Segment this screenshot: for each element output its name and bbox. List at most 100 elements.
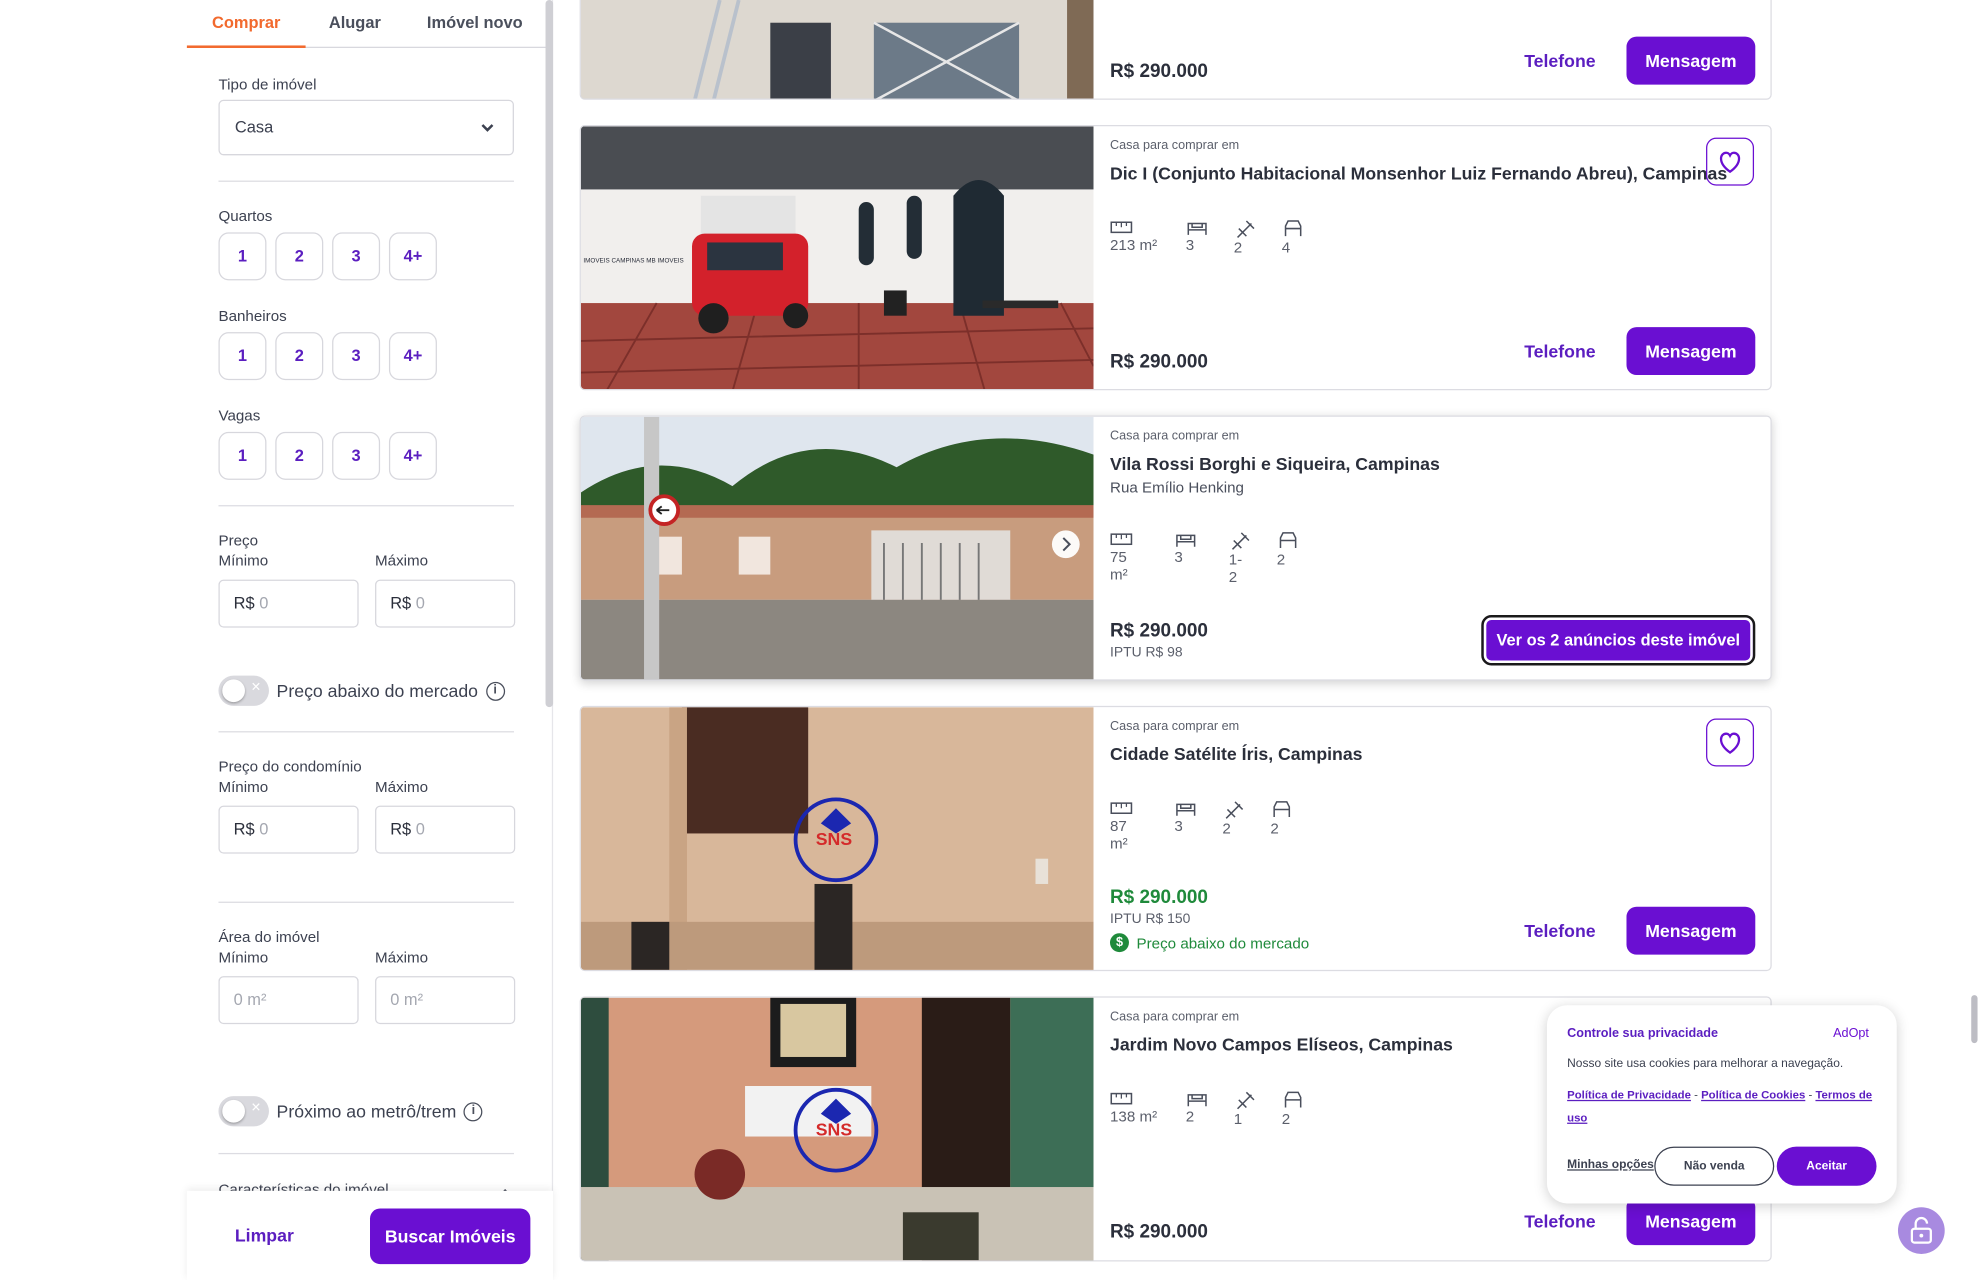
listing-features: 87 m² 3 2 2 [1110, 799, 1318, 852]
listing-card[interactable]: Casa para comprar em Vila Rossi Borghi e… [579, 415, 1772, 681]
divider [218, 180, 514, 182]
tab-imovel-novo[interactable]: Imóvel novo [404, 0, 545, 48]
phone-button[interactable]: Telefone [1524, 341, 1595, 361]
listing-title[interactable]: Jardim Novo Campos Elíseos, Campinas [1110, 1034, 1453, 1054]
cookie-text: Nosso site usa cookies para melhorar a n… [1567, 1056, 1844, 1071]
shower-icon [1225, 801, 1244, 819]
bed-icon [1187, 222, 1207, 235]
parking-chips: 1 2 3 4+ [218, 431, 437, 480]
bathrooms-chip[interactable]: 4+ [388, 332, 437, 381]
listing-price: R$ 290.000 [1110, 60, 1208, 83]
privacy-floating-button[interactable] [1897, 1207, 1945, 1254]
phone-button[interactable]: Telefone [1524, 921, 1595, 941]
bathrooms-chips: 1 2 3 4+ [218, 332, 437, 381]
listing-iptu: IPTU R$ 98 [1110, 645, 1183, 661]
area-min-label: Mínimo [218, 948, 269, 967]
listing-price: R$ 290.000 [1110, 886, 1208, 908]
area-min-input[interactable]: 0 m² [218, 976, 359, 1025]
adopt-logo: AdOpt [1833, 1026, 1869, 1041]
bedrooms-label: Quartos [218, 207, 273, 225]
listing-card[interactable]: SNS Casa para comprar em Cidade Satélite… [579, 705, 1772, 972]
parking-value: 2 [1281, 1110, 1291, 1128]
message-button[interactable]: Mensagem [1626, 36, 1756, 85]
heart-icon [1719, 732, 1741, 755]
below-market-toggle[interactable]: ✕ [218, 675, 269, 706]
listing-photo[interactable] [580, 0, 1094, 99]
phone-button[interactable]: Telefone [1524, 1211, 1595, 1231]
listing-card[interactable]: IMOVEIS CAMPINAS MB IMOVEIS Casa para co… [579, 125, 1772, 391]
message-button[interactable]: Mensagem [1626, 327, 1756, 376]
cookie-links: Política de Privacidade - Política de Co… [1567, 1088, 1873, 1124]
phone-button[interactable]: Telefone [1524, 51, 1595, 71]
listing-kicker: Casa para comprar em [1110, 719, 1240, 734]
heart-icon [1719, 151, 1741, 174]
bedrooms-chip[interactable]: 2 [275, 232, 324, 281]
car-icon [1273, 801, 1291, 818]
accept-cookies-button[interactable]: Aceitar [1776, 1146, 1877, 1186]
area-value: 75 m² [1110, 548, 1128, 584]
bedrooms-value: 3 [1174, 817, 1183, 835]
parking-chip[interactable]: 3 [332, 431, 381, 480]
parking-chip[interactable]: 1 [218, 431, 267, 480]
condo-price-label: Preço do condomínio [218, 757, 362, 776]
area-value: 138 m² [1110, 1107, 1158, 1126]
listing-street: Rua Emílio Henking [1110, 478, 1244, 497]
favorite-button[interactable] [1706, 137, 1755, 186]
listing-photo[interactable]: SNS [580, 707, 1094, 970]
car-icon [1284, 1091, 1302, 1108]
bedrooms-chip[interactable]: 1 [218, 232, 267, 281]
bathrooms-chip[interactable]: 3 [332, 332, 381, 381]
metro-toggle[interactable]: ✕ [218, 1096, 269, 1127]
see-all-listings-button[interactable]: Ver os 2 anúncios deste imóvel [1481, 614, 1756, 666]
clear-button[interactable]: Limpar [235, 1225, 294, 1245]
info-icon[interactable]: i [463, 1101, 483, 1121]
listing-photo[interactable]: SNS [580, 997, 1094, 1261]
sidebar-scrollbar[interactable] [545, 0, 554, 708]
listing-title[interactable]: Dic I (Conjunto Habitacional Monsenhor L… [1110, 163, 1727, 183]
listing-photo[interactable]: IMOVEIS CAMPINAS MB IMOVEIS [580, 126, 1094, 389]
divider [218, 505, 514, 507]
listing-title[interactable]: Vila Rossi Borghi e Siqueira, Campinas [1110, 453, 1440, 473]
area-max-input[interactable]: 0 m² [375, 976, 516, 1025]
condo-min-input[interactable]: R$ 0 [218, 805, 359, 854]
filters-footer: Limpar Buscar Imóveis [186, 1190, 554, 1280]
parking-chip[interactable]: 4+ [388, 431, 437, 480]
tab-comprar[interactable]: Comprar [186, 0, 306, 48]
listing-title[interactable]: Cidade Satélite Íris, Campinas [1110, 744, 1363, 764]
price-max-label: Máximo [375, 551, 429, 570]
bed-icon [1187, 1094, 1207, 1107]
listing-photo[interactable] [580, 416, 1094, 680]
bedrooms-value: 3 [1185, 236, 1195, 254]
condo-max-input[interactable]: R$ 0 [375, 805, 516, 854]
info-icon[interactable]: i [485, 681, 505, 701]
message-button[interactable]: Mensagem [1626, 1197, 1756, 1246]
parking-chip[interactable]: 2 [275, 431, 324, 480]
privacy-policy-link[interactable]: Política de Privacidade [1567, 1089, 1691, 1102]
price-max-input[interactable]: R$ 0 [375, 579, 516, 628]
filters-sidebar: Comprar Alugar Imóvel novo Tipo de imóve… [186, 0, 554, 1280]
parking-label: Vagas [218, 406, 261, 425]
cookie-title: Controle sua privacidade [1567, 1026, 1719, 1041]
property-type-select[interactable]: Casa [218, 99, 514, 156]
page-scrollbar[interactable] [1971, 995, 1978, 1044]
photo-logo: SNS [815, 1118, 853, 1140]
do-not-sell-button[interactable]: Não venda [1654, 1146, 1775, 1186]
message-button[interactable]: Mensagem [1626, 906, 1756, 955]
my-options-link[interactable]: Minhas opções [1567, 1158, 1654, 1172]
favorite-button[interactable] [1706, 718, 1755, 767]
listing-card[interactable]: R$ 290.000 Telefone Mensagem [579, 0, 1772, 100]
bathrooms-chip[interactable]: 2 [275, 332, 324, 381]
tab-alugar[interactable]: Alugar [306, 0, 404, 48]
car-icon [1279, 532, 1297, 549]
cookie-policy-link[interactable]: Política de Cookies [1701, 1089, 1805, 1102]
listing-price: R$ 290.000 [1110, 351, 1208, 373]
search-button[interactable]: Buscar Imóveis [370, 1208, 531, 1265]
condo-min-label: Mínimo [218, 777, 269, 796]
bedrooms-chip[interactable]: 3 [332, 232, 381, 281]
parking-value: 2 [1276, 550, 1286, 569]
bedrooms-chip[interactable]: 4+ [388, 232, 437, 281]
price-label: Preço [218, 531, 259, 550]
ruler-icon [1110, 221, 1133, 234]
price-min-input[interactable]: R$ 0 [218, 579, 359, 628]
bathrooms-chip[interactable]: 1 [218, 332, 267, 381]
